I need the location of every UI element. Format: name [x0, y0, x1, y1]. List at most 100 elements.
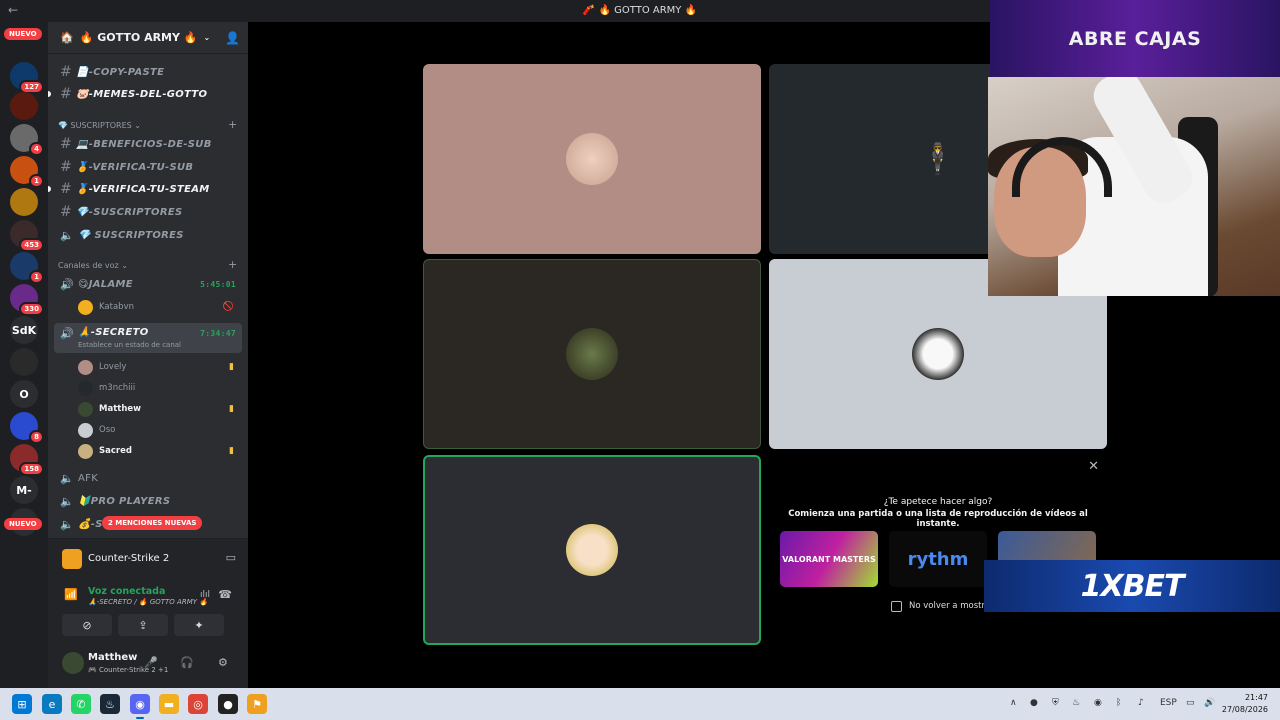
network-icon[interactable]: ▭: [1186, 698, 1195, 708]
voice-user[interactable]: Katabvn 🚫: [78, 297, 242, 317]
plus-icon[interactable]: +: [228, 118, 237, 131]
activity-rythm[interactable]: rythm: [889, 531, 987, 587]
banner-text: ABRE CAJAS: [1068, 27, 1202, 50]
headset-tray-icon[interactable]: ♪: [1138, 698, 1144, 708]
steam-tray-icon[interactable]: ♨: [1072, 698, 1080, 708]
steam-icon[interactable]: ♨: [100, 694, 120, 714]
noise-suppression-icon[interactable]: ılıl: [200, 590, 210, 600]
activities-button[interactable]: ✦: [174, 614, 224, 636]
unread-badge: 1: [29, 174, 44, 188]
user-panel: Matthew 🎮 Counter-Strike 2 +1 🎤 🎧 ⚙: [48, 642, 248, 688]
voice-channel-pro[interactable]: 🔈 🔰PRO PLAYERS: [54, 491, 242, 511]
obs-icon[interactable]: ●: [218, 694, 238, 714]
server-icon[interactable]: 8: [10, 412, 44, 444]
disconnect-icon[interactable]: ☎: [218, 588, 232, 601]
channel-suscriptores-text[interactable]: # 💎-SUSCRIPTORES: [54, 202, 242, 222]
server-icon[interactable]: 1: [10, 156, 44, 188]
windows-start-icon[interactable]: ⊞: [12, 694, 32, 714]
plus-icon[interactable]: +: [228, 258, 237, 271]
server-icon[interactable]: [10, 188, 38, 216]
game-activity-icon: ▮: [229, 446, 234, 456]
server-icon[interactable]: 4: [10, 124, 44, 156]
server-icon[interactable]: [10, 92, 38, 120]
channel-label: 💰-S: [78, 518, 103, 530]
screen-share-button[interactable]: ⇪: [118, 614, 168, 636]
language-indicator[interactable]: ESP: [1160, 698, 1177, 708]
voice-channel-afk[interactable]: 🔈 AFK: [54, 468, 242, 488]
bluetooth-icon[interactable]: ᛒ: [1116, 698, 1121, 708]
voice-channel-jalame[interactable]: 🔊 😋JALAME 5:45:01: [54, 274, 242, 294]
whatsapp-icon[interactable]: ✆: [71, 694, 91, 714]
user-name[interactable]: Matthew: [88, 652, 137, 663]
channel-verifica-sub[interactable]: # 🏅-VERIFICA-TU-SUB: [54, 157, 242, 177]
channel-label: 💎-SUSCRIPTORES: [76, 206, 183, 218]
voice-user[interactable]: Oso: [78, 420, 242, 440]
voice-user[interactable]: m3nchiii: [78, 378, 242, 398]
clock[interactable]: 21:47 27/08/2026: [1222, 692, 1268, 716]
voice-channel-name[interactable]: 🙏-SECRETO / 🔥 GOTTO ARMY 🔥: [88, 598, 208, 606]
participant-tile[interactable]: [423, 259, 761, 449]
server-icon[interactable]: M-: [10, 476, 38, 504]
channel-label: 💎 SUSCRIPTORES: [78, 229, 184, 241]
channel-beneficios[interactable]: # 💻-BENEFICIOS-DE-SUB: [54, 134, 242, 154]
game-icon: [62, 549, 82, 569]
participant-tile-speaking[interactable]: [423, 455, 761, 645]
clock-date: 27/08/2026: [1221, 705, 1268, 714]
channel-verifica-steam[interactable]: # 🏅-VERIFICA-TU-STEAM: [54, 179, 242, 199]
invite-icon[interactable]: 👤: [225, 31, 240, 45]
channel-memes[interactable]: # 🐷-MEMES-DEL-GOTTO: [54, 84, 242, 104]
game-activity-icon: ▮: [229, 362, 234, 372]
channel-status[interactable]: Establece un estado de canal: [78, 341, 181, 349]
server-icon[interactable]: SdK: [10, 316, 38, 344]
avatar: [78, 422, 93, 438]
server-icon[interactable]: 1: [10, 252, 44, 284]
server-header[interactable]: 🏠 🔥 GOTTO ARMY 🔥 ⌄ 👤: [48, 22, 248, 54]
voice-user[interactable]: Lovely ▮: [78, 357, 242, 377]
tray-app-icon[interactable]: ●: [1030, 698, 1038, 708]
microphone-icon[interactable]: 🎤: [144, 656, 158, 669]
voice-channel-secreto[interactable]: 🔊 🙏-SECRETO 7:34:47 Establece un estado de …: [54, 323, 242, 353]
headphones-icon[interactable]: 🎧: [180, 656, 194, 669]
chrome-icon[interactable]: ◎: [188, 694, 208, 714]
screen-share-icon[interactable]: ▭: [226, 551, 236, 564]
hash-icon: #: [60, 159, 73, 175]
camera-off-button[interactable]: ⊘: [62, 614, 112, 636]
gear-icon[interactable]: ⚙: [218, 656, 228, 669]
close-icon[interactable]: ✕: [1088, 459, 1099, 474]
category-suscriptores[interactable]: 💎 SUSCRIPTORES ⌄ +: [58, 118, 237, 131]
server-rail: NUEVO 127414531330SdKO8158M-M NUEVO: [0, 22, 48, 688]
channel-copy-paste[interactable]: # 📄-COPY-PASTE: [54, 62, 242, 82]
server-prefix: 🔥: [79, 31, 94, 44]
voice-panel: 📶 Voz conectada 🙏-SECRETO / 🔥 GOTTO ARMY…: [48, 578, 248, 642]
channel-suscriptores-voice[interactable]: 🔈 💎 SUSCRIPTORES: [54, 225, 242, 245]
signal-icon[interactable]: 📶: [64, 588, 78, 601]
chevron-up-icon[interactable]: ∧: [1010, 698, 1017, 708]
discord-tray-icon[interactable]: ◉: [1094, 698, 1102, 708]
category-voice[interactable]: Canales de voz ⌄ +: [58, 258, 237, 271]
avatar[interactable]: [62, 652, 84, 674]
activity-valorant[interactable]: VALORANT MASTERS: [780, 531, 878, 587]
server-icon[interactable]: 127: [10, 62, 44, 94]
voice-status[interactable]: Voz conectada: [88, 586, 165, 597]
volume-icon[interactable]: 🔊: [1204, 698, 1215, 708]
server-icon[interactable]: 158: [10, 444, 44, 476]
edge-icon[interactable]: e: [42, 694, 62, 714]
stream-banner: ABRE CAJAS: [990, 0, 1280, 77]
cs2-icon[interactable]: ⚑: [247, 694, 267, 714]
server-icon[interactable]: 453: [10, 220, 44, 252]
server-icon[interactable]: O: [10, 380, 38, 408]
voice-user[interactable]: Matthew ▮: [78, 399, 242, 419]
server-icon[interactable]: 330: [10, 284, 44, 316]
voice-user[interactable]: Sacred ▮: [78, 441, 242, 461]
shield-icon[interactable]: ⛨: [1052, 698, 1059, 708]
server-icon[interactable]: [10, 348, 38, 376]
avatar: [566, 524, 618, 576]
user-name: m3nchiii: [99, 383, 136, 393]
mentions-badge[interactable]: 2 MENCIONES NUEVAS: [102, 516, 203, 530]
participant-tile[interactable]: [423, 64, 761, 254]
dont-show-checkbox[interactable]: [891, 601, 902, 612]
new-badge-bottom: NUEVO: [4, 518, 42, 530]
folder-icon[interactable]: ▬: [159, 694, 179, 714]
discord-icon[interactable]: ◉: [130, 694, 150, 719]
unread-badge: 1: [29, 270, 44, 284]
